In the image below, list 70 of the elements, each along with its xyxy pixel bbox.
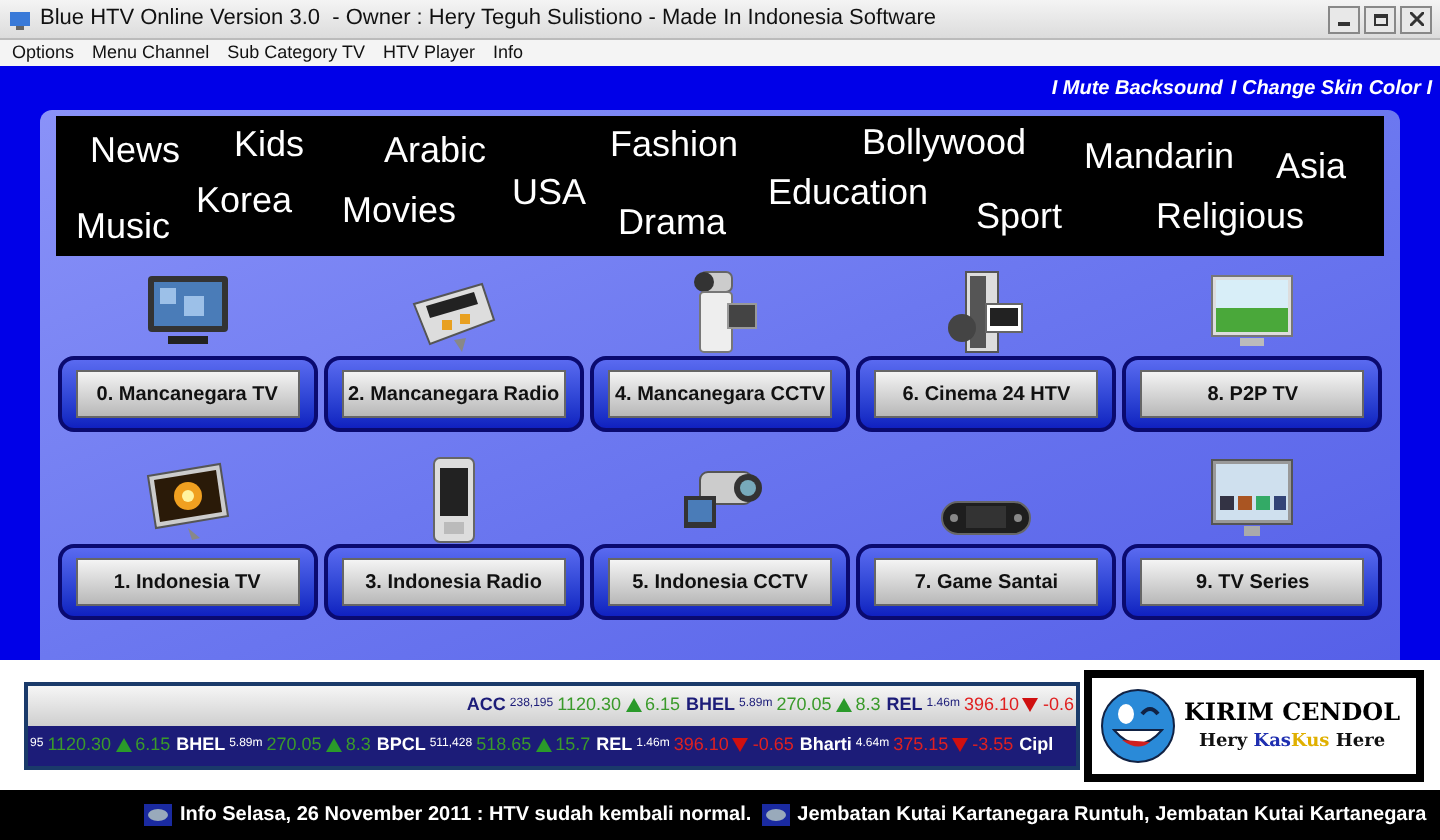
channel-button[interactable]: 6. Cinema 24 HTV (874, 370, 1099, 418)
category-link[interactable]: Music (76, 208, 171, 244)
tv-logo-icon (761, 804, 790, 826)
stock-symbol: BHEL (686, 691, 736, 718)
logo-tagline: Hery KasKus Here (1198, 729, 1386, 756)
news-text: Info Selasa, 26 November 2011 : HTV sudah kembali normal. (180, 802, 752, 830)
stock-change: 8.3 (855, 691, 881, 718)
channel-button[interactable]: 0. Mancanegara TV (75, 370, 300, 418)
stock-change: -0.6 (1042, 691, 1074, 718)
category-link[interactable]: Mandarin (1084, 138, 1235, 174)
menu-item[interactable]: Sub Category TV (227, 44, 365, 62)
menu-item[interactable]: Menu Channel (92, 44, 210, 62)
stock-price: 375.15 (893, 731, 949, 758)
category-link[interactable]: Korea (196, 182, 293, 218)
stock-change: 6.15 (645, 691, 681, 718)
stock-price: 270.05 (776, 691, 832, 718)
handheld-console-icon (938, 500, 1035, 536)
stock-price: 270.05 (266, 731, 322, 758)
category-link[interactable]: Sport (976, 198, 1063, 234)
stock-price: 396.10 (963, 691, 1019, 718)
stock-change: 6.15 (135, 731, 171, 758)
stock-symbol: Cipl (1019, 731, 1054, 758)
maximize-button[interactable] (1364, 5, 1396, 33)
channel-button[interactable]: 1. Indonesia TV (75, 558, 300, 606)
stock-price: 518.65 (476, 731, 532, 758)
category-link[interactable]: Kids (234, 126, 305, 162)
category-link[interactable]: Religious (1156, 198, 1305, 234)
menu-item[interactable]: HTV Player (382, 44, 475, 62)
stock-symbol: Bharti (799, 731, 852, 758)
close-button[interactable] (1400, 5, 1432, 33)
news-text: Jembatan Kutai Kartanegara Runtuh, Jembatan Kutai Kartanegara (797, 802, 1427, 830)
category-link[interactable]: Education (768, 174, 929, 210)
channel-button[interactable]: 4. Mancanegara CCTV (607, 370, 832, 418)
category-link[interactable]: Movies (342, 192, 457, 228)
stock-change: 15.7 (555, 731, 591, 758)
header-link[interactable]: I Mute Backsound (1051, 73, 1223, 103)
stock-price: 1120.30 (47, 731, 112, 758)
category-link[interactable]: Bollywood (862, 124, 1027, 160)
logo-title: KIRIM CENDOL (1184, 695, 1401, 730)
minimize-button[interactable] (1328, 5, 1360, 33)
channel-button[interactable]: 9. TV Series (1140, 558, 1365, 606)
window-title: Blue HTV Online Version 3.0 - Owner : Hery Teguh Sulistiono - Made In Indonesia Software (40, 4, 936, 35)
header-link[interactable]: I Change Skin Color I (1230, 73, 1432, 103)
category-link[interactable]: News (90, 132, 181, 168)
stock-symbol: BPCL (376, 731, 426, 758)
tv-logo-icon (144, 804, 172, 826)
stock-price: 1120.30 (557, 691, 621, 718)
category-link[interactable]: USA (512, 174, 587, 210)
category-link[interactable]: Asia (1276, 148, 1347, 184)
menu-item[interactable]: Info (492, 44, 523, 62)
stock-change: 8.3 (345, 731, 371, 758)
channel-button[interactable]: 5. Indonesia CCTV (607, 558, 832, 606)
stock-symbol: BHEL (176, 731, 226, 758)
channel-button[interactable]: 3. Indonesia Radio (341, 558, 566, 606)
stock-symbol: REL (886, 691, 923, 718)
stock-change: -3.55 (972, 731, 1014, 758)
close-icon (1409, 12, 1423, 26)
menu-item[interactable]: Options (12, 44, 75, 62)
channel-button[interactable]: 2. Mancanegara Radio (341, 370, 566, 418)
stock-symbol: ACC (466, 691, 506, 718)
category-link[interactable]: Fashion (610, 126, 739, 162)
smiley-icon (1098, 685, 1178, 765)
stock-price: 396.10 (673, 731, 729, 758)
channel-button[interactable]: 8. P2P TV (1140, 370, 1365, 418)
stock-symbol: REL (596, 731, 633, 758)
channel-button[interactable]: 7. Game Santai (874, 558, 1099, 606)
category-link[interactable]: Drama (618, 204, 727, 240)
app-icon (8, 7, 32, 31)
category-link[interactable]: Arabic (384, 132, 487, 168)
stock-change: -0.65 (752, 731, 794, 758)
